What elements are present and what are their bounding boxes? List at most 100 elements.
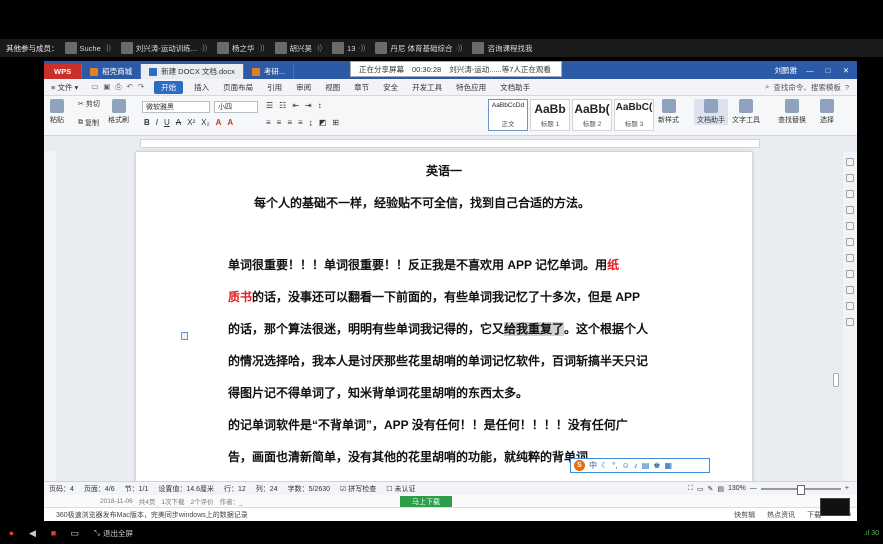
align-left-icon[interactable]: ≡ [266, 118, 271, 127]
tab-wps-home[interactable]: WPS [44, 64, 83, 79]
status-word-count[interactable]: 字数：5/2630 [283, 484, 335, 494]
shape-icon[interactable] [846, 190, 854, 198]
edit-view-icon[interactable]: ✎ [708, 485, 714, 493]
participant[interactable]: 杨之华 ·)) [217, 42, 265, 54]
mic-icon[interactable]: ♪ [634, 461, 638, 470]
punctuation-icon[interactable]: °, [612, 461, 617, 470]
chat-button[interactable] [820, 498, 850, 516]
web-view-icon[interactable]: ▤ [717, 485, 724, 493]
layers-icon[interactable] [846, 206, 854, 214]
tab-view[interactable]: 视图 [318, 82, 347, 93]
emoji-icon[interactable]: ☺ [622, 461, 630, 470]
quick-clip-link[interactable]: 快剪辑 [728, 510, 761, 520]
paste-button[interactable]: 粘贴 [50, 99, 64, 125]
tab-developer[interactable]: 开发工具 [405, 82, 449, 93]
bullet-list-icon[interactable]: ☰ [266, 101, 273, 110]
tab-kaoyan[interactable]: 考研... [244, 64, 295, 79]
border-icon[interactable]: ⊞ [332, 118, 339, 127]
zoom-out-button[interactable]: — [750, 485, 757, 492]
participant[interactable]: 胡兴昊 ·)) [274, 42, 322, 54]
italic-icon[interactable]: I [156, 118, 158, 127]
find-replace-button[interactable]: 查找替换 [778, 99, 806, 125]
spellcheck-toggle[interactable]: ☑ 拼写检查 [335, 484, 381, 494]
image-icon[interactable] [846, 286, 854, 294]
tab-features[interactable]: 特色应用 [449, 82, 493, 93]
participant[interactable]: 刘兴涛-运动训练... ·)) [120, 42, 207, 54]
tab-insert[interactable]: 插入 [187, 82, 216, 93]
fullscreen-icon[interactable]: ⛶ [688, 485, 693, 493]
tab-current-document[interactable]: 新建 DOCX 文档.docx [141, 64, 244, 79]
underline-icon[interactable]: U [164, 118, 170, 127]
align-right-icon[interactable]: ≡ [287, 118, 292, 127]
skin-icon[interactable]: ♚ [653, 461, 660, 470]
paragraph-marker-icon[interactable] [181, 332, 188, 340]
ime-toolbar[interactable]: S 中 ☾ °, ☺ ♪ ▤ ♚ ▦ [570, 458, 710, 473]
style-heading-3[interactable]: AaBbC(标题 3 [614, 99, 654, 131]
screen-share-status[interactable]: 正在分享屏幕 00:30:28 刘兴涛-运动......等7人正在观看 [350, 61, 562, 77]
tab-start[interactable]: 开始 [154, 80, 184, 94]
zoom-slider[interactable] [760, 484, 841, 495]
help-icon[interactable] [846, 318, 854, 326]
tab-security[interactable]: 安全 [376, 82, 405, 93]
new-style-button[interactable]: 新样式 [658, 99, 679, 125]
shading-icon[interactable]: ◩ [319, 118, 327, 127]
format-painter-button[interactable]: 格式刷 [108, 99, 129, 125]
strikethrough-icon[interactable]: A [176, 118, 181, 127]
hot-news-link[interactable]: 热点资讯 [761, 510, 801, 520]
font-color-icon[interactable]: A [227, 118, 233, 127]
settings-icon[interactable] [846, 302, 854, 310]
keyboard-icon[interactable]: ▤ [642, 461, 650, 470]
speaker-icon[interactable]: ◀ [27, 528, 38, 539]
share-icon[interactable] [846, 254, 854, 262]
line-spacing-icon[interactable]: ↨ [309, 118, 313, 127]
participant[interactable]: Suche ·)) [64, 42, 111, 54]
news-headline[interactable]: 360极速浏览器发布Mac版本，完美同步windows上的数据记录 [44, 510, 728, 520]
save-icon[interactable]: ▣ [103, 82, 110, 92]
text-tool-button[interactable]: 文字工具 [732, 99, 760, 125]
participant[interactable]: 咨询课程找我 [472, 42, 532, 54]
superscript-icon[interactable]: X² [187, 118, 195, 127]
table-icon[interactable] [846, 270, 854, 278]
horizontal-ruler[interactable] [140, 139, 760, 148]
participant[interactable]: 13 ·)) [332, 42, 365, 54]
zoom-value[interactable]: 130% [728, 485, 746, 492]
decrease-indent-icon[interactable]: ⇤ [292, 101, 299, 110]
style-icon[interactable] [846, 222, 854, 230]
tab-docer-store[interactable]: 稻壳商城 [82, 64, 142, 79]
style-normal[interactable]: AaBbCcDd 正文 [488, 99, 528, 131]
justify-icon[interactable]: ≡ [298, 118, 303, 127]
account-name[interactable]: 刘鹏雅 [775, 65, 798, 76]
select-button[interactable]: 选择 [820, 99, 834, 125]
tab-review[interactable]: 审阅 [289, 82, 318, 93]
star-icon[interactable] [846, 238, 854, 246]
style-heading-1[interactable]: AaBb 标题 1 [530, 99, 570, 131]
tab-doc-assistant[interactable]: 文档助手 [493, 82, 537, 93]
print-icon[interactable]: ⎙ [116, 82, 122, 92]
tab-page-layout[interactable]: 页面布局 [216, 82, 260, 93]
align-center-icon[interactable]: ≡ [277, 118, 282, 127]
minimize-icon[interactable]: — [805, 66, 815, 75]
undo-icon[interactable]: ↶ [127, 82, 133, 92]
microphone-muted-icon[interactable]: ● [6, 528, 17, 539]
copy-button[interactable]: ⧉ 复制 [78, 118, 99, 128]
open-icon[interactable]: ▭ [91, 82, 98, 92]
participant[interactable]: 丹尼 体育基础综合 ·)) [375, 42, 462, 54]
cut-button[interactable]: ✂ 剪切 [78, 99, 100, 109]
maximize-icon[interactable]: □ [823, 66, 833, 75]
font-name-select[interactable]: 微软雅黑 [142, 101, 210, 113]
moon-icon[interactable]: ☾ [601, 461, 608, 470]
tab-chapter[interactable]: 章节 [347, 82, 376, 93]
edit-icon[interactable] [846, 158, 854, 166]
screen-share-icon[interactable]: ▭ [69, 528, 80, 539]
increase-indent-icon[interactable]: ⇥ [305, 101, 312, 110]
subscript-icon[interactable]: X₂ [201, 118, 209, 127]
menu-file[interactable]: ≡ 文件 ▾ [44, 82, 85, 93]
grid-icon[interactable]: ▦ [665, 461, 673, 470]
help-icon[interactable]: ? [845, 83, 849, 92]
page-view-icon[interactable]: ▭ [697, 485, 704, 493]
sort-icon[interactable]: ↕ [318, 101, 322, 110]
doc-assistant-button[interactable]: 文档助手 [694, 99, 728, 125]
close-icon[interactable]: ✕ [841, 66, 851, 75]
document-page[interactable]: 英语一 每个人的基础不一样，经验贴不可全信，找到自己合适的方法。 单词很重要！！… [136, 152, 752, 492]
bold-icon[interactable]: B [144, 118, 150, 127]
